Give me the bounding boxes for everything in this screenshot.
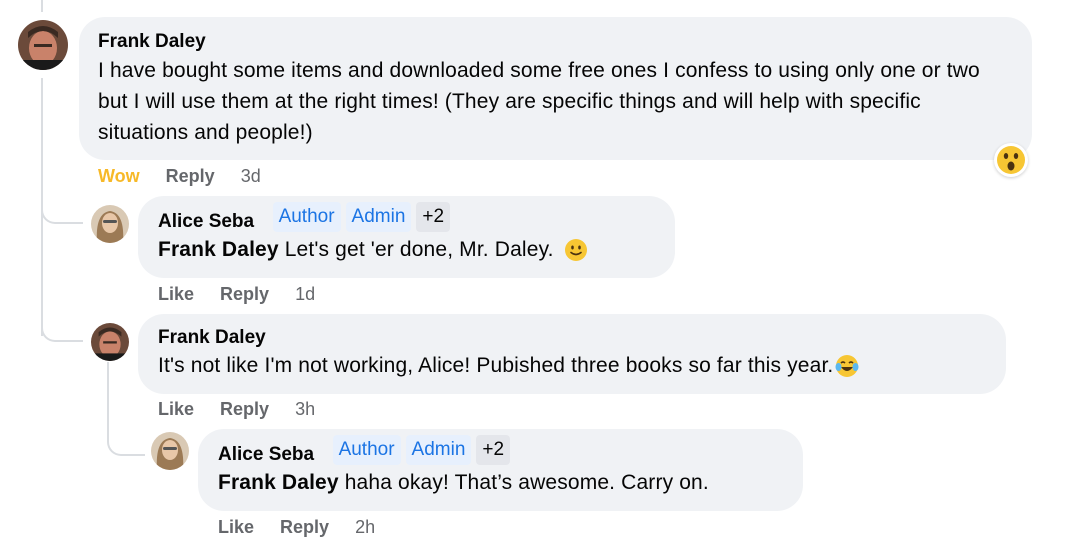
comment-bubble: Frank Daley I have bought some items and… — [79, 17, 1032, 160]
thread-line-top — [41, 0, 43, 12]
comment-body: Let's get 'er done, Mr. Daley. — [284, 238, 554, 261]
alice-avatar-image — [151, 432, 189, 470]
author-badges: Author Admin +2 — [272, 202, 451, 232]
comment-timestamp[interactable]: 1d — [295, 284, 315, 305]
comment-text: I have bought some items and downloaded … — [98, 59, 980, 144]
comment-actions: Like Reply 1d — [158, 284, 315, 305]
comment-author[interactable]: Frank Daley — [158, 326, 266, 350]
reply-button[interactable]: Reply — [166, 166, 215, 187]
comment-body: It's not like I'm not working, Alice! Pu… — [158, 354, 834, 377]
mention-link[interactable]: Frank Daley — [158, 238, 279, 261]
comment-text: Frank Daley haha okay! That’s awesome. C… — [218, 467, 783, 498]
comment-author[interactable]: Alice Seba — [218, 443, 314, 467]
avatar[interactable] — [91, 323, 129, 361]
comment-actions: Like Reply 3h — [158, 399, 315, 420]
comment-author[interactable]: Alice Seba — [158, 210, 254, 234]
author-badge[interactable]: Author — [332, 435, 401, 465]
author-badges: Author Admin +2 — [332, 435, 511, 465]
thread-line-branch-1 — [41, 200, 83, 224]
admin-badge[interactable]: Admin — [405, 435, 472, 465]
reply-button[interactable]: Reply — [280, 517, 329, 538]
comment-text: Frank Daley Let's get 'er done, Mr. Dale… — [158, 234, 655, 265]
comment-bubble: Alice Seba Author Admin +2 Frank Daley h… — [198, 429, 803, 511]
comment-bubble: Frank Daley It's not like I'm not workin… — [138, 314, 1006, 394]
frank-avatar-image — [18, 20, 68, 70]
comment-body: haha okay! That’s awesome. Carry on. — [344, 471, 709, 494]
reply-button[interactable]: Reply — [220, 284, 269, 305]
author-badge[interactable]: Author — [272, 202, 341, 232]
reply-button[interactable]: Reply — [220, 399, 269, 420]
comment-actions: Like Reply 2h — [218, 517, 375, 538]
comment-text: It's not like I'm not working, Alice! Pu… — [158, 350, 986, 381]
comment-author[interactable]: Frank Daley — [98, 30, 206, 54]
wow-reaction-button[interactable]: Wow — [98, 166, 140, 187]
comment-timestamp[interactable]: 3d — [241, 166, 261, 187]
comment-timestamp[interactable]: 3h — [295, 399, 315, 420]
like-button[interactable]: Like — [218, 517, 254, 538]
like-button[interactable]: Like — [158, 399, 194, 420]
like-button[interactable]: Like — [158, 284, 194, 305]
alice-avatar-image — [91, 205, 129, 243]
slightly-smiling-face-icon — [564, 239, 587, 262]
comment-bubble: Alice Seba Author Admin +2 Frank Daley L… — [138, 196, 675, 278]
tears-of-joy-face-icon — [835, 355, 859, 378]
frank-avatar-image — [91, 323, 129, 361]
thread-line-branch-2 — [41, 318, 83, 342]
more-badges[interactable]: +2 — [476, 435, 511, 465]
wow-reaction-icon[interactable] — [994, 143, 1028, 177]
comment-timestamp[interactable]: 2h — [355, 517, 375, 538]
mention-link[interactable]: Frank Daley — [218, 471, 339, 494]
comment-actions: Wow Reply 3d — [98, 166, 261, 187]
more-badges[interactable]: +2 — [416, 202, 451, 232]
admin-badge[interactable]: Admin — [345, 202, 412, 232]
avatar[interactable] — [151, 432, 189, 470]
avatar[interactable] — [91, 205, 129, 243]
avatar[interactable] — [18, 20, 68, 70]
